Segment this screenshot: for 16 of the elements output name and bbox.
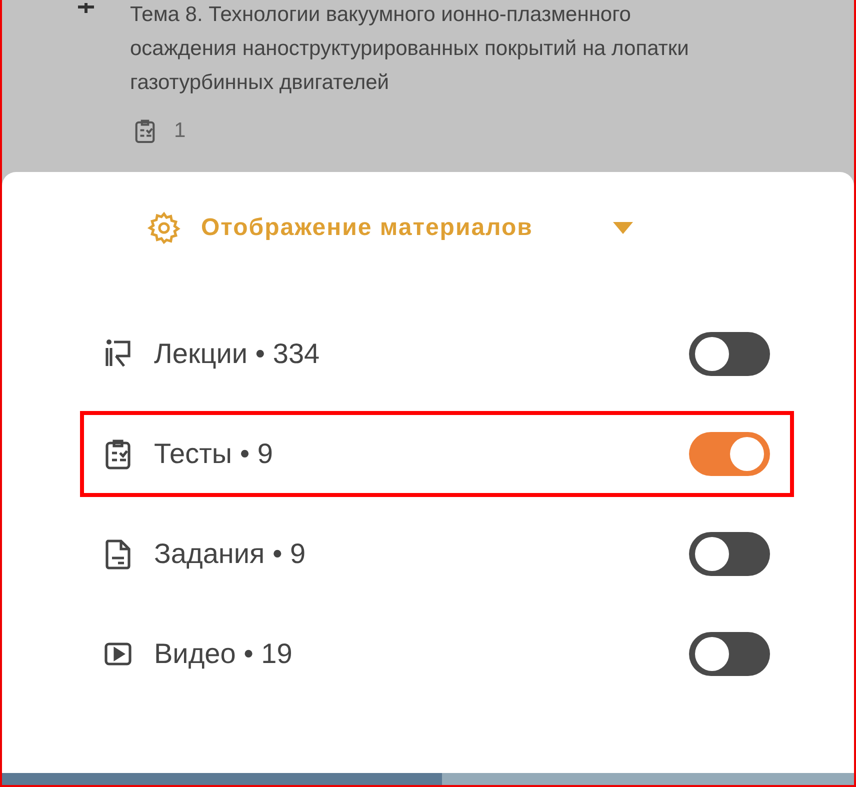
settings-icon xyxy=(147,211,181,245)
toggle-switch[interactable] xyxy=(689,332,770,376)
clipboard-icon xyxy=(134,118,156,144)
clipboard-icon xyxy=(104,438,132,470)
material-label: Задания • 9 xyxy=(154,538,307,570)
document-icon xyxy=(104,538,132,570)
topic-title: Тема 8. Технологии вакуумного ионно-плазменного осаждения наноструктурированных покрытий на лопатки газотурбинных двигателей xyxy=(130,2,690,96)
toggle-switch[interactable] xyxy=(689,432,770,476)
plus-icon[interactable] xyxy=(78,3,94,13)
tests-count: 1 xyxy=(174,119,186,143)
material-label: Видео • 19 xyxy=(154,638,294,670)
toggle-switch[interactable] xyxy=(689,632,770,676)
sheet-title: Отображение материалов xyxy=(201,214,533,242)
material-label: Тесты • 9 xyxy=(154,438,274,470)
material-label: Лекции • 334 xyxy=(154,338,321,370)
toggle-switch[interactable] xyxy=(689,532,770,576)
